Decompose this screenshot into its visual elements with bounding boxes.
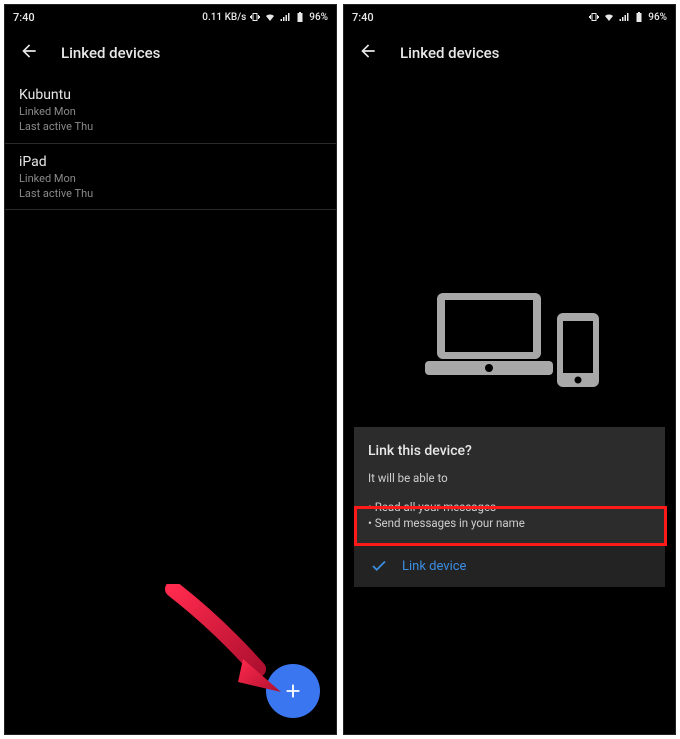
wifi-icon bbox=[603, 11, 615, 23]
device-linked: Linked Mon bbox=[19, 172, 322, 187]
vibrate-icon bbox=[588, 11, 600, 23]
device-item-ipad[interactable]: iPad Linked Mon Last active Thu bbox=[5, 144, 336, 211]
battery-percent: 96% bbox=[309, 12, 328, 23]
link-device-button[interactable]: Link device bbox=[354, 545, 665, 587]
link-device-card: Link this device? It will be able to • R… bbox=[354, 427, 665, 587]
check-icon bbox=[370, 557, 388, 575]
card-bullet: • Send messages in your name bbox=[368, 515, 651, 531]
page-title: Linked devices bbox=[400, 44, 499, 62]
battery-icon bbox=[294, 11, 306, 23]
signal-icon bbox=[279, 11, 291, 23]
plus-icon bbox=[282, 680, 304, 702]
phone-icon bbox=[555, 311, 601, 389]
status-bar: 7:40 96% bbox=[344, 5, 675, 29]
back-button[interactable] bbox=[358, 41, 378, 65]
device-name: iPad bbox=[19, 154, 322, 170]
battery-icon bbox=[633, 11, 645, 23]
card-bullet: • Read all your messages bbox=[368, 499, 651, 515]
device-active: Last active Thu bbox=[19, 120, 322, 135]
battery-percent: 96% bbox=[648, 12, 667, 23]
status-time: 7:40 bbox=[13, 11, 35, 24]
status-bar: 7:40 0.11 KB/s 96% bbox=[5, 5, 336, 29]
laptop-icon bbox=[425, 287, 555, 382]
status-right: 96% bbox=[588, 11, 667, 23]
back-button[interactable] bbox=[19, 41, 39, 65]
app-bar: Linked devices bbox=[5, 29, 336, 77]
phone-right-screen: 7:40 96% Linked devices Link this device… bbox=[343, 4, 676, 735]
card-title: Link this device? bbox=[368, 443, 651, 459]
link-device-label: Link device bbox=[402, 559, 466, 574]
status-right: 0.11 KB/s 96% bbox=[202, 11, 328, 23]
wifi-icon bbox=[264, 11, 276, 23]
network-speed: 0.11 KB/s bbox=[202, 12, 246, 23]
device-active: Last active Thu bbox=[19, 187, 322, 202]
app-bar: Linked devices bbox=[344, 29, 675, 77]
device-item-kubuntu[interactable]: Kubuntu Linked Mon Last active Thu bbox=[5, 77, 336, 144]
page-title: Linked devices bbox=[61, 44, 160, 62]
arrow-left-icon bbox=[19, 41, 39, 61]
phone-left-screen: 7:40 0.11 KB/s 96% Linked devices Kubunt… bbox=[4, 4, 337, 735]
device-linked: Linked Mon bbox=[19, 105, 322, 120]
add-device-fab[interactable] bbox=[266, 664, 320, 718]
card-subtitle: It will be able to bbox=[368, 471, 651, 485]
vibrate-icon bbox=[249, 11, 261, 23]
status-time: 7:40 bbox=[352, 11, 374, 24]
devices-illustration bbox=[425, 287, 595, 387]
arrow-left-icon bbox=[358, 41, 378, 61]
device-name: Kubuntu bbox=[19, 87, 322, 103]
signal-icon bbox=[618, 11, 630, 23]
